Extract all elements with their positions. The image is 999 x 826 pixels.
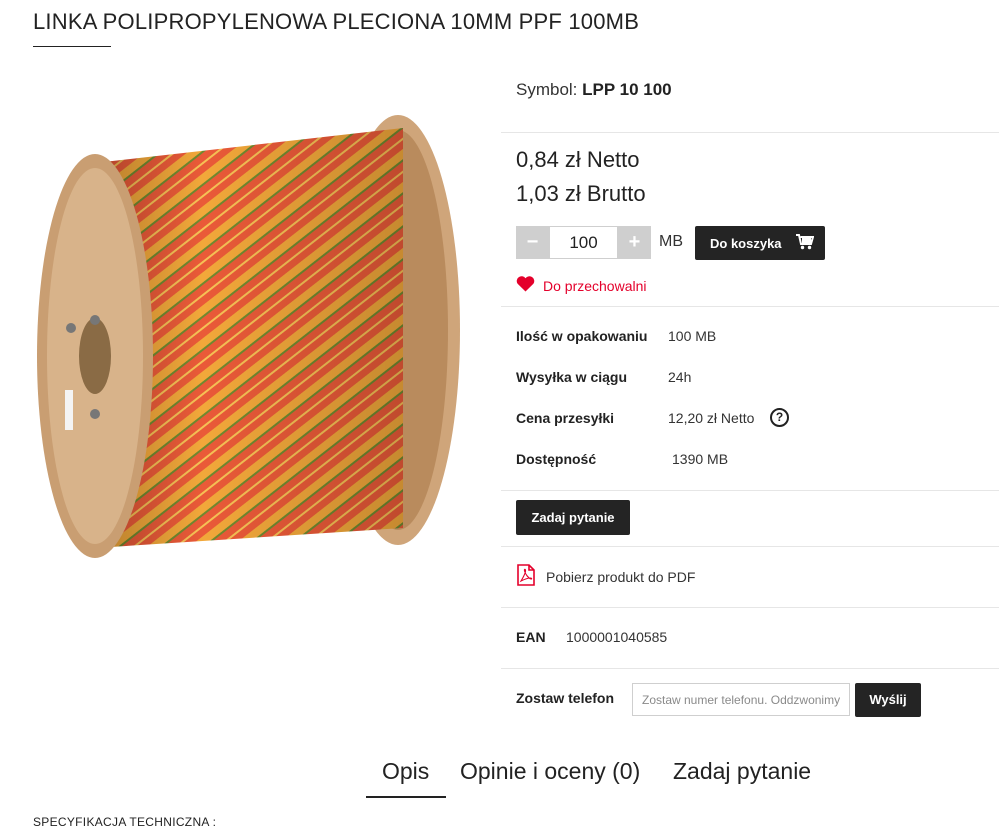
add-to-wishlist-link[interactable]: Do przechowalni bbox=[516, 276, 647, 295]
quantity-unit: MB bbox=[659, 233, 683, 250]
add-to-cart-button[interactable]: Do koszyka bbox=[695, 226, 825, 260]
add-to-cart-label: Do koszyka bbox=[710, 235, 782, 251]
divider bbox=[501, 132, 999, 133]
spec-value: 100 MB bbox=[668, 328, 717, 344]
spec-value: 12,20 zł Netto bbox=[668, 410, 755, 426]
spec-label: Dostępność bbox=[516, 451, 597, 467]
wishlist-label: Do przechowalni bbox=[543, 277, 647, 294]
ean-label: EAN bbox=[516, 629, 546, 645]
price-net: 0,84 zł Netto bbox=[516, 147, 640, 172]
tab-ask-question[interactable]: Zadaj pytanie bbox=[673, 758, 811, 785]
cart-icon bbox=[795, 233, 814, 253]
product-title: LINKA POLIPROPYLENOWA PLECIONA 10MM PPF … bbox=[33, 9, 640, 34]
tab-reviews[interactable]: Opinie i oceny (0) bbox=[460, 758, 640, 785]
pdf-icon bbox=[516, 564, 536, 589]
technical-spec-heading: SPECYFIKACJA TECHNICZNA : bbox=[33, 815, 217, 826]
divider bbox=[501, 546, 999, 547]
ean-value: 1000001040585 bbox=[566, 629, 668, 645]
price-gross: 1,03 zł Brutto bbox=[516, 181, 646, 206]
tab-description[interactable]: Opis bbox=[382, 758, 429, 785]
symbol-label: Symbol: bbox=[516, 80, 578, 99]
spec-label: Cena przesyłki bbox=[516, 410, 615, 426]
active-tab-indicator bbox=[366, 796, 446, 798]
rope-spool-illustration bbox=[37, 115, 460, 558]
send-phone-button[interactable]: Wyślij bbox=[855, 683, 921, 717]
question-circle-icon[interactable]: ? bbox=[770, 408, 789, 427]
spec-value: 24h bbox=[668, 369, 692, 385]
symbol-value: LPP 10 100 bbox=[582, 80, 672, 99]
product-image[interactable] bbox=[33, 108, 486, 586]
spec-label: Ilość w opakowaniu bbox=[516, 328, 648, 344]
quantity-decrease-button[interactable]: − bbox=[516, 226, 549, 259]
heart-icon bbox=[516, 276, 535, 295]
product-symbol: Symbol: LPP 10 100 bbox=[516, 80, 672, 100]
divider bbox=[501, 306, 999, 307]
spec-label: Wysyłka w ciągu bbox=[516, 369, 628, 385]
divider bbox=[501, 607, 999, 608]
spec-value: 1390 MB bbox=[672, 451, 729, 467]
divider bbox=[501, 668, 999, 669]
quantity-input[interactable]: 100 bbox=[549, 226, 618, 259]
divider bbox=[501, 490, 999, 491]
ask-question-button[interactable]: Zadaj pytanie bbox=[516, 500, 630, 535]
quantity-increase-button[interactable]: + bbox=[618, 226, 651, 259]
title-underline bbox=[33, 46, 111, 47]
phone-input[interactable] bbox=[632, 683, 850, 716]
phone-label: Zostaw telefon bbox=[516, 690, 615, 706]
pdf-label: Pobierz produkt do PDF bbox=[546, 568, 696, 585]
download-pdf-link[interactable]: Pobierz produkt do PDF bbox=[516, 564, 695, 589]
